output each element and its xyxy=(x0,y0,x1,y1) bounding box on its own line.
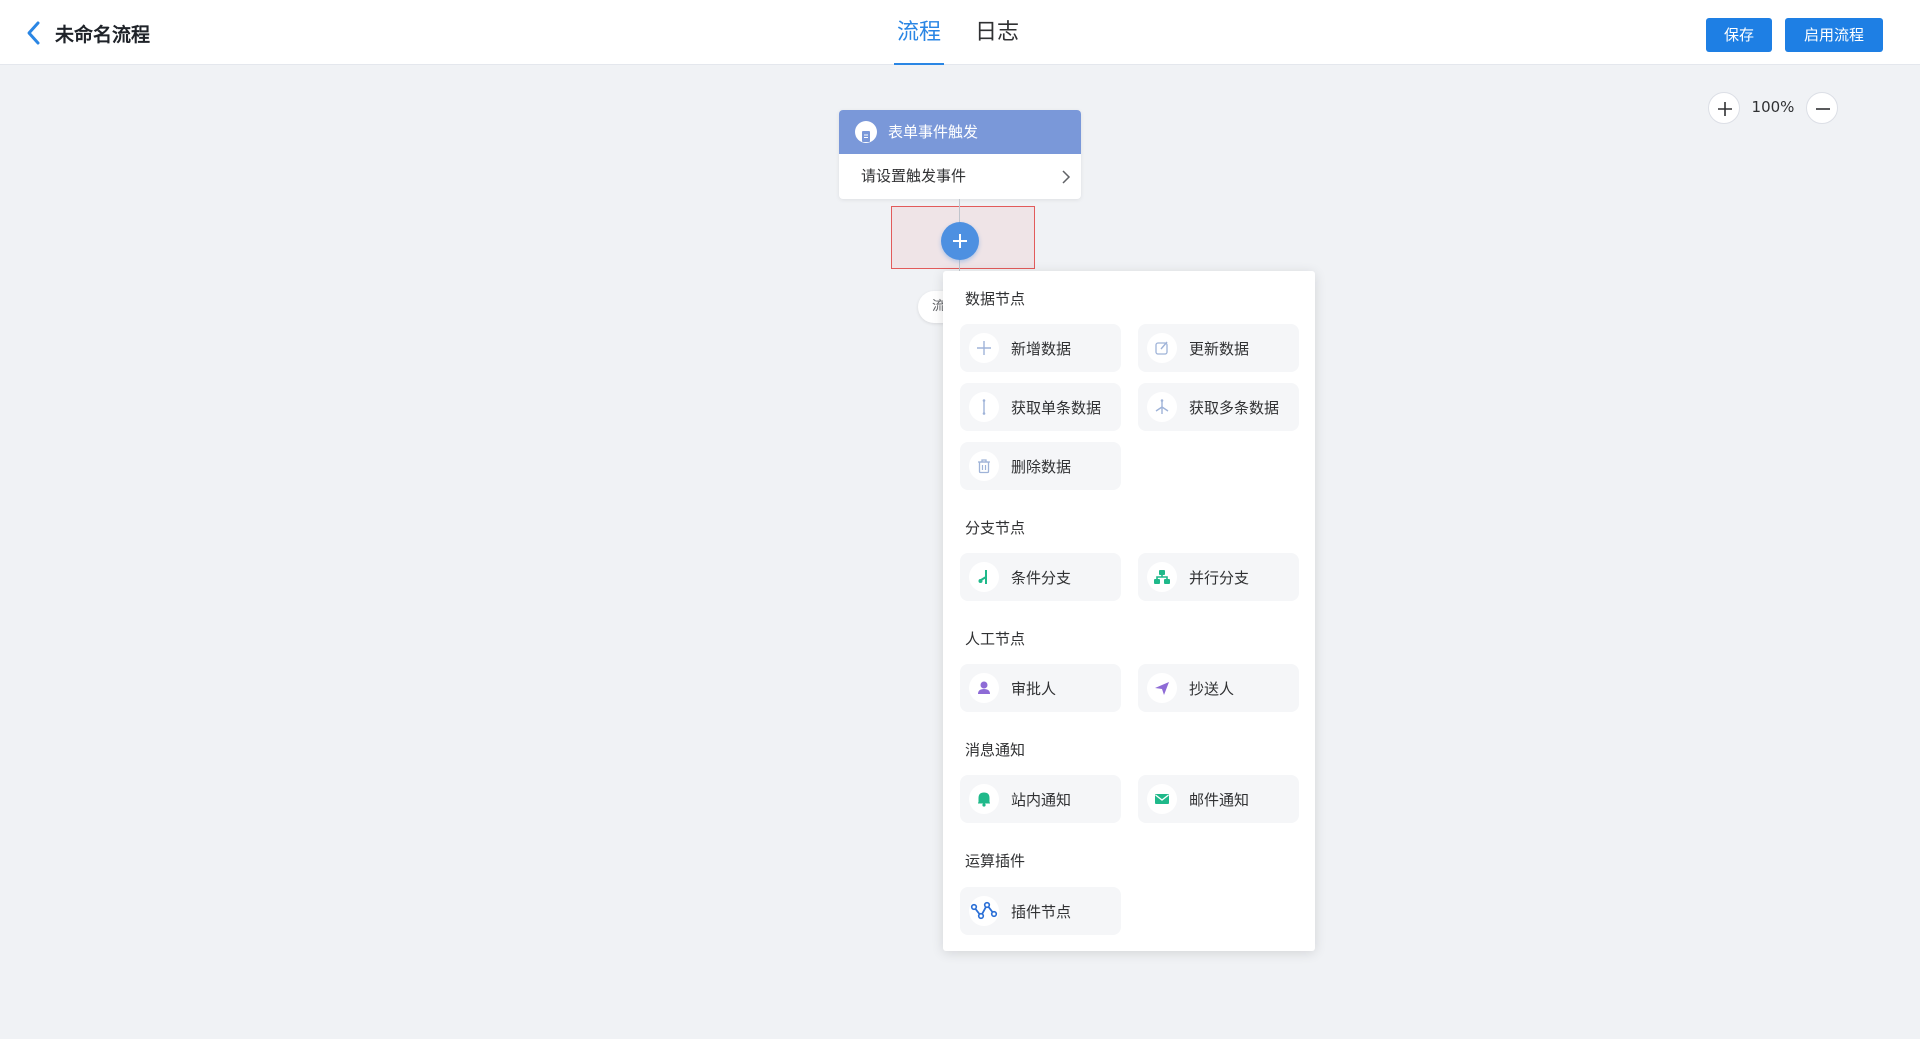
add-node-button[interactable] xyxy=(941,222,979,260)
bell-icon xyxy=(969,784,999,814)
approver-icon xyxy=(969,673,999,703)
document-icon xyxy=(855,121,877,143)
item-label: 条件分支 xyxy=(1011,569,1072,587)
add-data-item[interactable]: 新增数据 xyxy=(960,324,1121,372)
email-notice-item[interactable]: 邮件通知 xyxy=(1138,775,1299,823)
tab-flow[interactable]: 流程 xyxy=(880,0,958,65)
update-data-item[interactable]: 更新数据 xyxy=(1138,324,1299,372)
send-icon xyxy=(1147,673,1177,703)
cc-item[interactable]: 抄送人 xyxy=(1138,664,1299,712)
condition-branch-item[interactable]: 条件分支 xyxy=(960,553,1121,601)
plugin-icon xyxy=(969,896,999,926)
trigger-event-placeholder: 请设置触发事件 xyxy=(861,167,967,185)
approver-item[interactable]: 审批人 xyxy=(960,664,1121,712)
zoom-level: 100% xyxy=(1751,98,1795,116)
tab-bar: 流程 日志 xyxy=(880,0,1036,65)
item-label: 并行分支 xyxy=(1189,569,1250,587)
section-title-manual: 人工节点 xyxy=(965,630,1026,648)
condition-branch-icon xyxy=(969,562,999,592)
enable-flow-button[interactable]: 启用流程 xyxy=(1785,18,1883,52)
item-label: 获取多条数据 xyxy=(1189,399,1280,417)
item-label: 插件节点 xyxy=(1011,903,1072,921)
back-icon[interactable] xyxy=(22,18,46,48)
flow-title[interactable]: 未命名流程 xyxy=(55,20,150,47)
node-picker-popup: 数据节点 新增数据 更新数据 获取单条数据 获取多条数据 删除数据 分支节点 条… xyxy=(943,271,1315,951)
item-label: 获取单条数据 xyxy=(1011,399,1102,417)
save-button[interactable]: 保存 xyxy=(1706,18,1772,52)
parallel-branch-icon xyxy=(1147,562,1177,592)
mail-icon xyxy=(1147,784,1177,814)
zoom-out-button[interactable] xyxy=(1806,92,1838,124)
section-title-data: 数据节点 xyxy=(965,290,1026,308)
plus-icon xyxy=(953,234,967,248)
top-bar: 未命名流程 流程 日志 保存 启用流程 xyxy=(0,0,1920,65)
get-multi-data-item[interactable]: 获取多条数据 xyxy=(1138,383,1299,431)
trigger-node-body[interactable]: 请设置触发事件 xyxy=(839,154,1081,199)
get-single-data-item[interactable]: 获取单条数据 xyxy=(960,383,1121,431)
item-label: 删除数据 xyxy=(1011,458,1072,476)
trigger-node-title: 表单事件触发 xyxy=(888,123,979,141)
plugin-node-item[interactable]: 插件节点 xyxy=(960,887,1121,935)
multi-record-icon xyxy=(1147,392,1177,422)
delete-data-item[interactable]: 删除数据 xyxy=(960,442,1121,490)
tab-log[interactable]: 日志 xyxy=(958,0,1036,65)
item-label: 审批人 xyxy=(1011,680,1057,698)
item-label: 新增数据 xyxy=(1011,340,1072,358)
item-label: 站内通知 xyxy=(1011,791,1072,809)
section-title-branch: 分支节点 xyxy=(965,519,1026,537)
item-label: 邮件通知 xyxy=(1189,791,1250,809)
trigger-node[interactable]: 表单事件触发 请设置触发事件 xyxy=(839,110,1081,199)
section-title-notify: 消息通知 xyxy=(965,741,1026,759)
edit-icon xyxy=(1147,333,1177,363)
minus-icon xyxy=(1816,108,1830,110)
trigger-node-header: 表单事件触发 xyxy=(839,110,1081,154)
plus-icon xyxy=(969,333,999,363)
item-label: 更新数据 xyxy=(1189,340,1250,358)
item-label: 抄送人 xyxy=(1189,680,1235,698)
single-record-icon xyxy=(969,392,999,422)
section-title-plugin: 运算插件 xyxy=(965,852,1026,870)
connector-line xyxy=(959,199,960,206)
parallel-branch-item[interactable]: 并行分支 xyxy=(1138,553,1299,601)
trash-icon xyxy=(969,451,999,481)
site-notice-item[interactable]: 站内通知 xyxy=(960,775,1121,823)
zoom-in-button[interactable] xyxy=(1708,92,1740,124)
chevron-right-icon xyxy=(1062,170,1071,184)
plus-icon xyxy=(1718,102,1732,116)
